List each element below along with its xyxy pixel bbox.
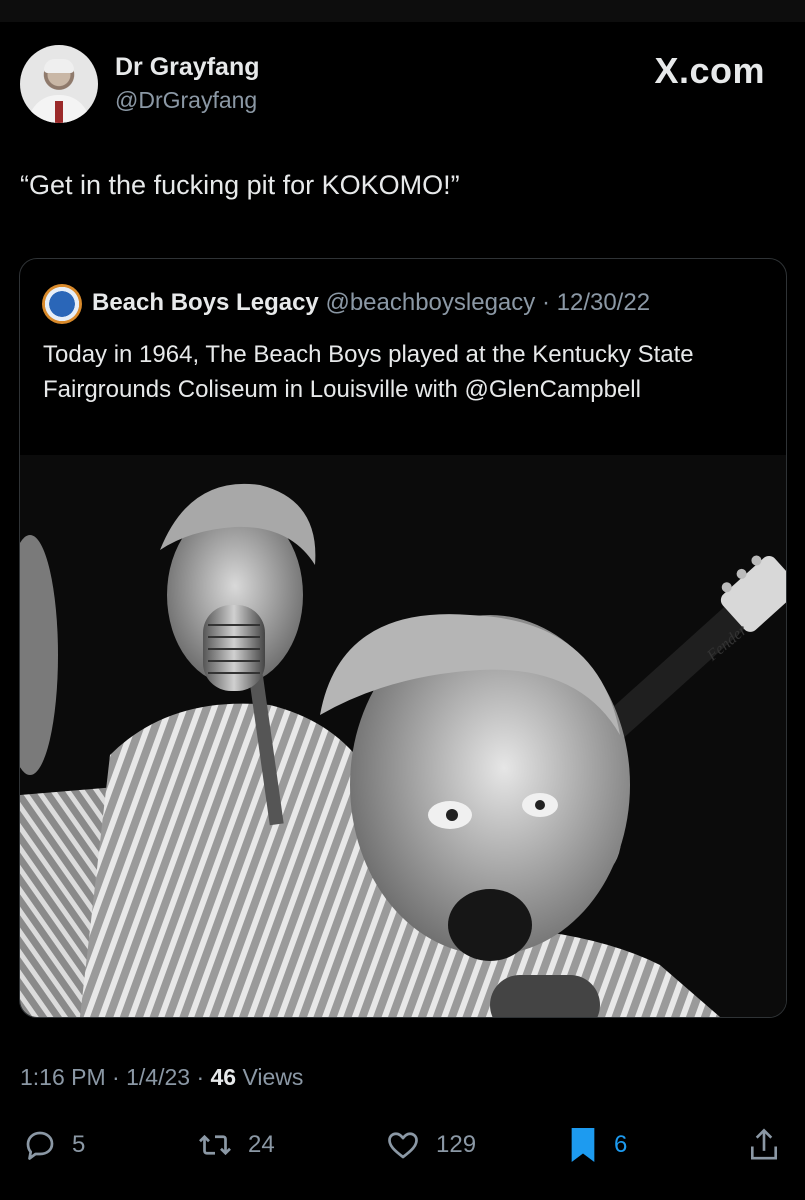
like-count: 129 [436, 1131, 477, 1158]
share-button[interactable] [746, 1125, 782, 1165]
share-icon [750, 1128, 778, 1160]
quoted-author-name[interactable]: Beach Boys Legacy [92, 289, 319, 316]
heart-icon [388, 1132, 418, 1159]
bookmark-count: 6 [614, 1131, 628, 1158]
meta-separator: · [196, 1064, 205, 1090]
quoted-tweet-text: Today in 1964, The Beach Boys played at … [43, 341, 694, 403]
tweet-text: “Get in the fucking pit for KOKOMO!” [20, 170, 460, 200]
bookmark-button[interactable]: 6 [566, 1125, 627, 1165]
quoted-tweet-header: Beach Boys Legacy @beachboyslegacy · 12/… [92, 289, 650, 317]
quoted-tweet-photo[interactable]: Fender [20, 455, 786, 1017]
quoted-tweet-card[interactable]: Beach Boys Legacy @beachboyslegacy · 12/… [19, 258, 787, 1018]
tweet-date[interactable]: 1/4/23 [126, 1064, 190, 1090]
x-logo: X.com [654, 50, 765, 91]
repost-count: 24 [248, 1131, 275, 1158]
tweet-time[interactable]: 1:16 PM [20, 1064, 106, 1090]
views-count: 46 [210, 1064, 237, 1090]
avatar-tie [55, 101, 63, 123]
quoted-author-handle[interactable]: @beachboyslegacy [325, 289, 535, 316]
repost-icon [199, 1134, 231, 1156]
author-name[interactable]: Dr Grayfang [115, 53, 259, 82]
reply-count: 5 [72, 1131, 86, 1158]
repost-button[interactable]: 24 [196, 1125, 275, 1165]
bookmark-icon [571, 1128, 595, 1162]
views-label: Views [242, 1064, 304, 1090]
tweet-meta: 1:16 PM · 1/4/23 · 46 Views [20, 1064, 303, 1091]
reply-icon [26, 1131, 54, 1160]
quoted-date[interactable]: 12/30/22 [557, 289, 650, 316]
avatar-hair [44, 59, 74, 73]
quoted-separator: · [541, 289, 550, 316]
reply-button[interactable]: 5 [22, 1125, 85, 1165]
concert-photo: Fender [20, 455, 786, 1017]
author-avatar[interactable] [20, 45, 98, 123]
meta-separator: · [112, 1064, 120, 1090]
status-strip [0, 0, 805, 22]
quoted-author-avatar[interactable] [42, 284, 82, 324]
author-handle[interactable]: @DrGrayfang [115, 87, 257, 114]
like-button[interactable]: 129 [384, 1125, 476, 1165]
